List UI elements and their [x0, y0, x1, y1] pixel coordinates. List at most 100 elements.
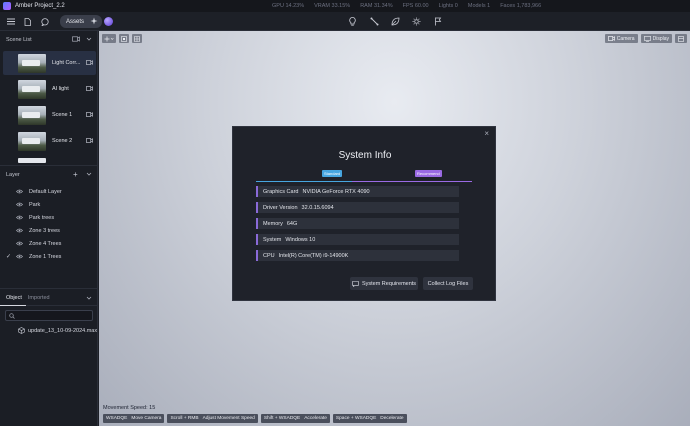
hint-action: Adjust Movement Speed	[202, 416, 255, 421]
camera-icon[interactable]	[86, 112, 93, 117]
camera-icon[interactable]	[86, 138, 93, 143]
camera-icon[interactable]	[86, 60, 93, 65]
close-icon[interactable]: ×	[484, 129, 489, 138]
info-row-system: System Windows 10	[256, 234, 459, 245]
display-button[interactable]: Display	[640, 34, 672, 43]
layer-item-default[interactable]: Default Layer	[0, 185, 98, 198]
visibility-icon[interactable]	[16, 254, 25, 259]
scene-item-scene-1[interactable]: Scene 1	[3, 103, 96, 127]
scene-thumbnail-partial	[18, 158, 46, 163]
scene-list-title: Scene List	[6, 37, 32, 43]
camera-icon[interactable]	[86, 86, 93, 91]
stat-lights: Lights 0	[438, 3, 458, 9]
info-row-graphics: Graphics Card NVIDIA GeForce RTX 4090	[256, 186, 459, 197]
recommend-tag: Recommend	[415, 170, 442, 177]
hint-move: WSADQE Move Camera	[103, 414, 165, 423]
viewport-right-tools: Camera Display	[604, 34, 687, 43]
info-value: Intel(R) Core(TM) i9-14900K	[278, 252, 349, 259]
assets-tab-label: Assets	[66, 18, 85, 25]
scene-thumbnail	[18, 79, 46, 99]
layer-label: Park	[29, 201, 41, 208]
visibility-icon[interactable]	[16, 202, 25, 207]
layer-item-zone-4-trees[interactable]: Zone 4 Trees	[0, 237, 98, 250]
info-value: 32.0.15.6094	[301, 204, 334, 211]
snap-icon[interactable]	[119, 34, 129, 43]
layer-label: Default Layer	[29, 188, 62, 195]
collect-log-files-button[interactable]: Collect Log Files	[423, 277, 473, 290]
viewport-options-icon[interactable]	[675, 34, 687, 43]
standard-tag: Standard	[322, 170, 343, 177]
visibility-icon[interactable]	[16, 228, 25, 233]
visibility-icon[interactable]	[16, 241, 25, 246]
scene-item-label: Scene 2	[52, 138, 73, 144]
transform-tool-icon[interactable]	[102, 34, 116, 43]
layer-item-park-trees[interactable]: Park trees	[0, 211, 98, 224]
add-layer-icon[interactable]: +	[73, 170, 78, 179]
menu-icon[interactable]	[4, 15, 17, 28]
flag-icon[interactable]	[431, 15, 444, 28]
object-tabs: Object Imported	[0, 292, 98, 304]
tab-object[interactable]: Object	[6, 295, 22, 301]
leaf-icon[interactable]	[389, 15, 402, 28]
camera-button[interactable]: Camera	[604, 34, 638, 43]
grid-icon[interactable]	[132, 34, 142, 43]
scene-item-label: Scene 1	[52, 112, 73, 118]
measure-icon[interactable]	[368, 15, 381, 28]
viewport-tools	[102, 34, 142, 43]
standard-segment	[256, 181, 352, 182]
layer-label: Park trees	[29, 214, 55, 221]
stat-vram: VRAM 33.15%	[314, 3, 351, 9]
layer-item-zone-1-trees[interactable]: ✓ Zone 1 Trees	[0, 250, 98, 263]
scene-item-label: Light Corr...	[52, 60, 81, 66]
scene-thumbnail	[18, 105, 46, 125]
spec-bar	[256, 181, 472, 182]
camera-icon	[607, 36, 615, 41]
info-label: System	[263, 236, 282, 243]
layer-label: Zone 1 Trees	[29, 253, 62, 260]
sun-icon[interactable]	[410, 15, 423, 28]
visibility-icon[interactable]	[16, 215, 25, 220]
info-value: 64G	[286, 220, 298, 227]
layer-label: Zone 3 trees	[29, 227, 60, 234]
scene-item-scene-2[interactable]: Scene 2	[3, 129, 96, 153]
file-icon[interactable]	[21, 15, 34, 28]
layer-item-zone-3-trees[interactable]: Zone 3 trees	[0, 224, 98, 237]
layer-label: Zone 4 Trees	[29, 240, 62, 247]
add-camera-icon[interactable]	[72, 36, 80, 42]
layer-header: Layer +	[0, 168, 98, 182]
stat-ram: RAM 31.34%	[360, 3, 393, 9]
ai-orb-icon[interactable]	[104, 17, 113, 26]
system-requirements-button[interactable]: System Requirements	[350, 277, 418, 290]
hint-action: Decelerate	[380, 416, 404, 421]
display-icon	[643, 35, 651, 42]
object-search-input[interactable]	[5, 310, 93, 321]
file-name: update_13_10-09-2024.max	[28, 327, 98, 334]
stat-gpu: GPU 14.23%	[272, 3, 305, 9]
scene-item-ai-light[interactable]: AI light	[3, 77, 96, 101]
layer-item-park[interactable]: Park	[0, 198, 98, 211]
visibility-icon[interactable]	[16, 189, 25, 194]
lightbulb-icon[interactable]	[346, 15, 359, 28]
checkmark-icon[interactable]: ✓	[6, 253, 14, 260]
assets-tab[interactable]: Assets	[60, 15, 102, 28]
hint-keys: Scroll + RMB	[170, 416, 199, 421]
stat-faces: Faces 1,783,966	[500, 3, 542, 9]
collapse-icon[interactable]	[86, 171, 92, 177]
collapse-icon[interactable]	[86, 36, 92, 42]
tab-imported[interactable]: Imported	[28, 295, 50, 301]
system-info-dialog: × System Info Standard Recommend Graphic…	[232, 126, 496, 301]
collapse-icon[interactable]	[86, 295, 92, 301]
control-hints: WSADQE Move Camera Scroll + RMB Adjust M…	[103, 414, 407, 423]
hint-action: Move Camera	[131, 416, 162, 421]
hint-decelerate: Space + WSADQE Decelerate	[332, 414, 407, 423]
display-label: Display	[652, 35, 669, 42]
model-file-icon	[18, 327, 25, 334]
scene-item-light-corr[interactable]: Light Corr...	[3, 51, 96, 75]
hint-accelerate: Shift + WSADQE Accelerate	[260, 414, 330, 423]
hint-keys: Space + WSADQE	[335, 416, 377, 421]
chat-icon[interactable]	[38, 15, 51, 28]
hint-action: Accelerate	[304, 416, 327, 421]
movement-speed-label: Movement Speed: 15	[103, 405, 156, 411]
info-label: Graphics Card	[263, 188, 299, 195]
file-item[interactable]: update_13_10-09-2024.max	[18, 327, 97, 334]
